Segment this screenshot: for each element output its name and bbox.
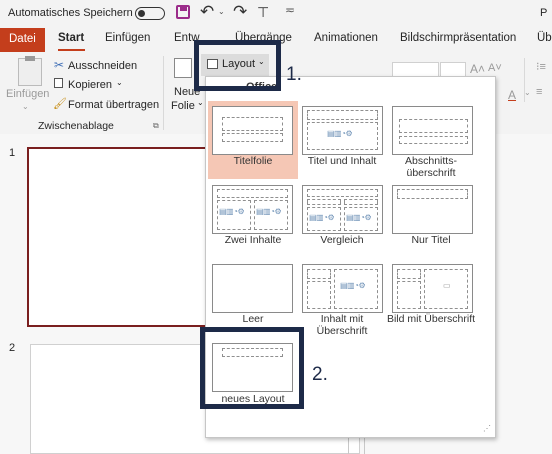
- copy-icon: [54, 78, 63, 88]
- content-placeholder-icon: ▤▥◔⚙: [327, 129, 353, 138]
- layout-thumb-two-content[interactable]: ▤▥◔⚙ ▤▥◔⚙: [212, 185, 293, 234]
- layout-thumb-content-caption[interactable]: ▤▥◔⚙: [302, 264, 383, 313]
- undo-icon[interactable]: ↶: [200, 2, 214, 22]
- chevron-down-icon[interactable]: ⌄: [524, 88, 531, 97]
- save-icon[interactable]: [176, 5, 190, 19]
- layout-thumb-title-content[interactable]: ▤▥◔⚙: [302, 106, 383, 155]
- layout-thumb-blank[interactable]: [212, 264, 293, 313]
- layout-label[interactable]: Inhalt mit Überschrift: [297, 313, 387, 337]
- bullets-icon[interactable]: ⁝≡: [536, 60, 546, 73]
- app-title-partial: P: [540, 7, 548, 19]
- chevron-down-icon[interactable]: ⌄: [197, 98, 204, 107]
- layout-thumb-title-only[interactable]: [392, 185, 473, 234]
- callout-number: 2.: [312, 364, 328, 385]
- title-bar: Automatisches Speichern ↶ ⌄ ↷ ⊤ ≂ P: [0, 0, 552, 28]
- grow-font-icon[interactable]: A˄: [470, 62, 485, 76]
- layout-label[interactable]: Abschnitts-überschrift: [386, 155, 476, 179]
- layout-thumb-section-header[interactable]: [392, 106, 473, 155]
- format-painter-button[interactable]: Format übertragen: [68, 99, 159, 111]
- active-tab-indicator: [58, 49, 85, 51]
- slide-number: 1: [9, 147, 16, 159]
- content-placeholder-icon: ▤▥◔⚙: [340, 281, 366, 290]
- layout-thumb-comparison[interactable]: ▤▥◔⚙ ▤▥◔⚙: [302, 185, 383, 234]
- customize-toolbar-icon[interactable]: ≂: [285, 3, 295, 17]
- callout-box-new-layout: [200, 327, 304, 409]
- layout-label[interactable]: Zwei Inhalte: [208, 234, 298, 246]
- slide-number: 2: [9, 342, 16, 354]
- layout-label[interactable]: Bild mit Überschrift: [386, 313, 476, 325]
- chevron-down-icon[interactable]: ⌄: [218, 7, 225, 16]
- format-painter-icon: 🖌: [53, 98, 67, 110]
- present-icon[interactable]: ⊤: [257, 4, 269, 21]
- toggle-knob: [138, 10, 145, 17]
- new-slide-label: Folie: [171, 100, 195, 112]
- content-placeholder-icon: ▤▥◔⚙: [309, 213, 335, 222]
- layout-label[interactable]: Titelfolie: [208, 155, 298, 167]
- group-divider: [163, 56, 164, 130]
- layout-label[interactable]: Leer: [208, 313, 298, 325]
- callout-box-layout: [194, 40, 281, 91]
- chevron-down-icon[interactable]: ⌄: [22, 102, 29, 111]
- layout-label[interactable]: Vergleich: [297, 234, 387, 246]
- align-icon[interactable]: ≡: [536, 86, 542, 98]
- layout-label[interactable]: Titel und Inhalt: [297, 155, 387, 167]
- content-placeholder-icon: ▤▥◔⚙: [256, 207, 282, 216]
- tab-slideshow[interactable]: Bildschirmpräsentation: [400, 32, 516, 44]
- paste-button[interactable]: Einfügen: [6, 88, 49, 100]
- content-placeholder-icon: ▤▥◔⚙: [346, 213, 372, 222]
- slide-thumbnail[interactable]: [27, 147, 227, 327]
- dialog-launcher-icon[interactable]: ⧉: [153, 121, 159, 131]
- new-slide-icon[interactable]: [174, 58, 192, 78]
- layout-label[interactable]: Nur Titel: [386, 234, 476, 246]
- clipboard-group-label: Zwischenablage: [38, 120, 114, 132]
- chevron-down-icon[interactable]: ⌄: [116, 78, 123, 87]
- tab-animations[interactable]: Animationen: [314, 32, 378, 44]
- copy-button[interactable]: Kopieren: [68, 79, 112, 91]
- callout-number: 1.: [286, 64, 302, 85]
- tab-insert[interactable]: Einfügen: [105, 32, 150, 44]
- cut-button[interactable]: Ausschneiden: [68, 60, 137, 72]
- shrink-font-icon[interactable]: A˅: [488, 62, 502, 74]
- scissors-icon: ✂: [54, 58, 65, 72]
- layout-thumb-picture-caption[interactable]: ▭: [392, 264, 473, 313]
- resize-grip-icon[interactable]: ⋰: [483, 424, 491, 433]
- redo-icon[interactable]: ↷: [233, 2, 247, 22]
- tab-start[interactable]: Start: [58, 32, 84, 44]
- font-color-icon[interactable]: A: [508, 88, 516, 102]
- tab-file[interactable]: Datei: [0, 28, 45, 52]
- autosave-label: Automatisches Speichern: [8, 7, 133, 19]
- picture-placeholder-icon: ▭: [443, 281, 451, 290]
- content-placeholder-icon: ▤▥◔⚙: [219, 207, 245, 216]
- paste-icon[interactable]: [18, 56, 42, 86]
- tab-review[interactable]: Üb: [537, 32, 552, 44]
- autosave-toggle[interactable]: [135, 7, 165, 20]
- layout-thumb-title-slide[interactable]: [212, 106, 293, 155]
